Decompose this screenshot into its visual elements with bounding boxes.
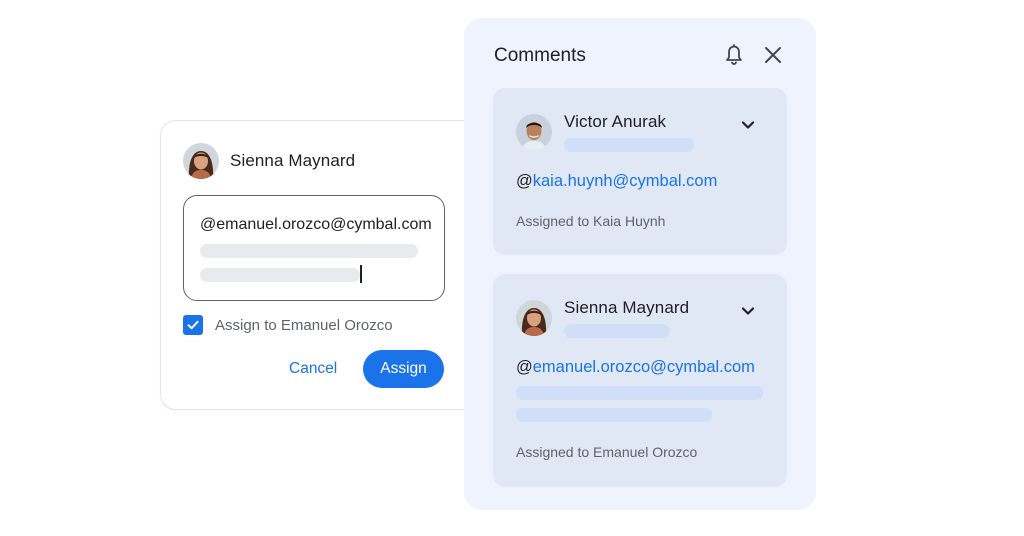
text-placeholder-line [564,138,694,152]
chevron-down-icon[interactable] [739,302,757,320]
text-cursor [360,265,362,283]
stage: Sienna Maynard @emanuel.orozco@cymbal.co… [0,0,1024,536]
compose-header: Sienna Maynard [183,143,355,179]
chevron-down-icon[interactable] [739,116,757,134]
mention-link[interactable]: emanuel.orozco@cymbal.com [533,358,755,376]
compose-card: Sienna Maynard @emanuel.orozco@cymbal.co… [160,120,490,410]
close-icon[interactable] [762,44,784,66]
assign-checkbox-row[interactable]: Assign to Emanuel Orozco [183,315,393,335]
comment-mention: @kaia.huynh@cymbal.com [516,172,717,191]
text-placeholder-line [200,268,360,282]
avatar [183,143,219,179]
avatar [516,300,552,336]
text-placeholder-line [200,244,418,258]
assignment-status: Assigned to Emanuel Orozco [516,444,698,460]
mention-link[interactable]: kaia.huynh@cymbal.com [533,172,718,190]
mention-at-sign: @ [516,172,533,190]
comment-input-text: @emanuel.orozco@cymbal.com [200,216,432,233]
comment-card[interactable]: Sienna Maynard @emanuel.orozco@cymbal.co… [493,274,787,487]
avatar [516,114,552,150]
comment-input[interactable]: @emanuel.orozco@cymbal.com [183,195,445,301]
assign-checkbox-label: Assign to Emanuel Orozco [215,316,393,334]
text-placeholder-line [516,408,712,422]
cancel-button[interactable]: Cancel [277,351,349,387]
text-placeholder-line [516,386,763,400]
comment-author-name: Victor Anurak [564,112,667,131]
assign-button[interactable]: Assign [363,350,444,388]
bell-icon[interactable] [722,43,746,67]
compose-author-name: Sienna Maynard [230,151,356,170]
text-placeholder-line [564,324,670,338]
comment-mention: @emanuel.orozco@cymbal.com [516,358,755,377]
mention-at-sign: @ [516,358,533,376]
comment-card[interactable]: Victor Anurak @kaia.huynh@cymbal.com Ass… [493,88,787,255]
comments-panel: Comments Victor Anurak @kaia.huynh@cymba… [464,18,816,510]
check-icon [187,320,199,330]
assign-checkbox[interactable] [183,315,203,335]
panel-title: Comments [494,45,586,66]
comment-author-name: Sienna Maynard [564,298,690,317]
assignment-status: Assigned to Kaia Huynh [516,213,666,229]
